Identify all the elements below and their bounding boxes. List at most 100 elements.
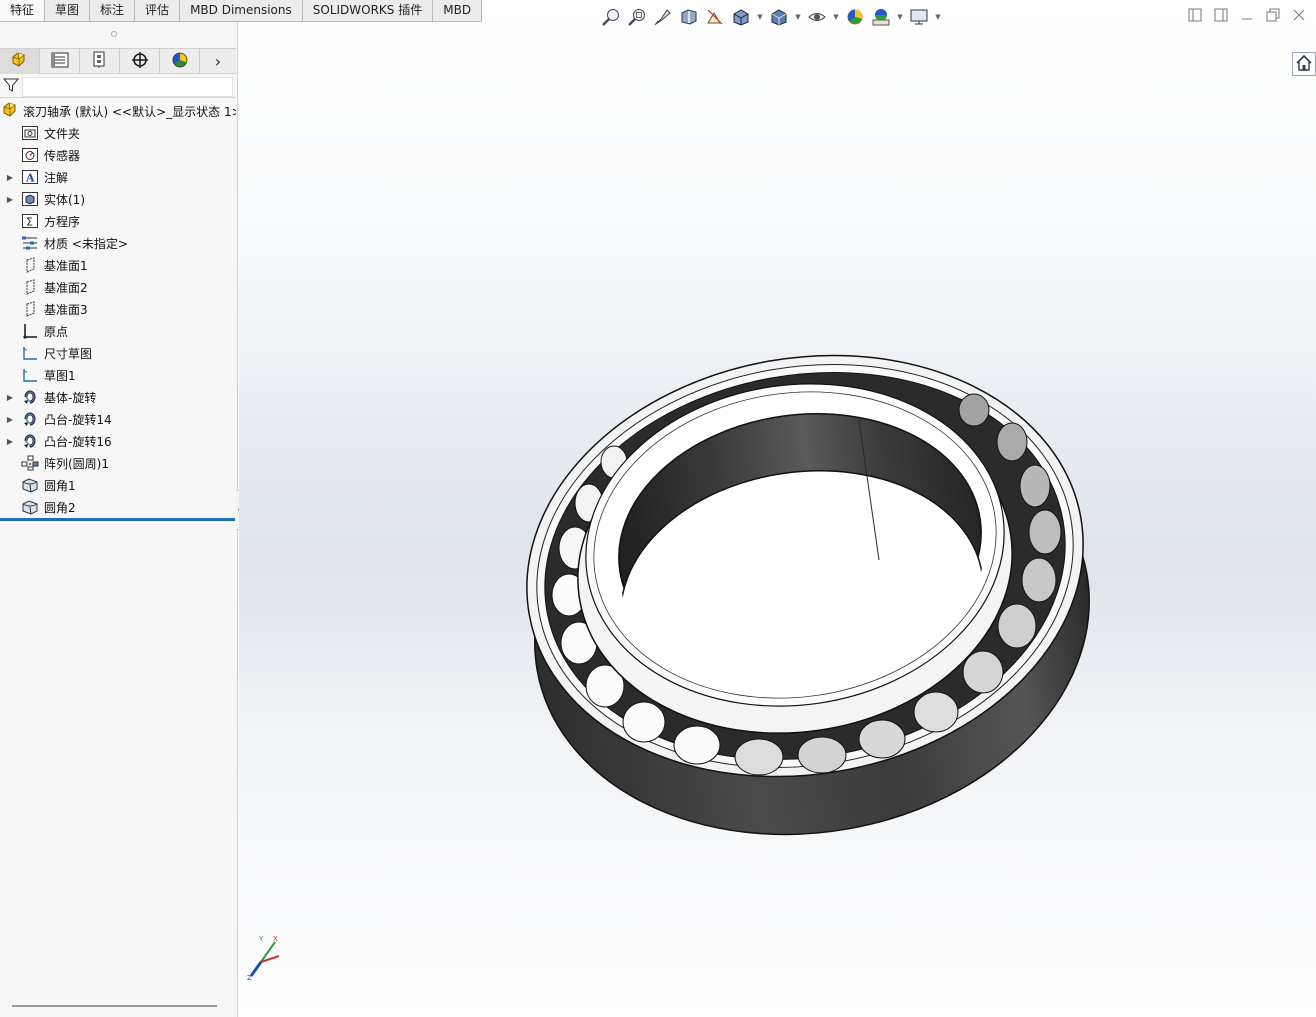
tree-node-boss-revolve14[interactable]: ▶ 凸台-旋转14 (0, 408, 236, 430)
feature-manager-tab[interactable] (0, 49, 40, 74)
tree-node-circular-pattern1[interactable]: 阵列(圆周)1 (0, 452, 236, 474)
expand-arrow-icon[interactable]: ▶ (0, 166, 20, 188)
expand-arrow-icon[interactable]: ▶ (0, 430, 20, 452)
circular-pattern-icon (20, 454, 40, 472)
tree-node-folder[interactable]: 文件夹 (0, 122, 236, 144)
tree-node-label: 实体(1) (44, 192, 85, 207)
tree-node-sketch1[interactable]: 草图1 (0, 364, 236, 386)
expand-placeholder (0, 276, 20, 298)
tab-markup[interactable]: 标注 (90, 0, 136, 22)
triad-y-label: Y (258, 935, 264, 943)
tree-node-fillet1[interactable]: 圆角1 (0, 474, 236, 496)
filter-icon[interactable] (2, 77, 20, 96)
horizontal-scrollbar[interactable] (12, 1005, 217, 1007)
triad-x-label: X (273, 935, 278, 943)
svg-text:A: A (25, 172, 35, 185)
feature-manager-icon (10, 51, 30, 72)
part-name: 滚刀轴承 (默认) <<默认>_显示状态 1> (23, 104, 236, 119)
expand-placeholder (0, 496, 20, 518)
tab-features[interactable]: 特征 (0, 0, 46, 22)
part-icon (2, 101, 20, 122)
manager-tabs-more-button[interactable]: › (200, 49, 236, 74)
expand-placeholder (0, 474, 20, 496)
expand-arrow-icon[interactable]: ▶ (0, 386, 20, 408)
property-manager-tab[interactable] (40, 49, 80, 74)
tree-node-label: 基体-旋转 (44, 390, 97, 405)
revolve-icon (20, 410, 40, 428)
origin-icon (20, 322, 40, 340)
display-manager-icon (170, 51, 190, 72)
svg-text:Σ: Σ (26, 216, 33, 229)
graphics-area[interactable]: ▼ ▼ ▼ ▼ ▼ Y X Z (239, 0, 1316, 1017)
tree-node-label: 圆角1 (44, 478, 76, 493)
dimxpert-manager-tab[interactable] (120, 49, 160, 74)
dimxpert-manager-icon (130, 51, 150, 72)
expand-placeholder (0, 232, 20, 254)
plane-icon (20, 278, 40, 296)
panel-collapse-handle[interactable] (111, 31, 117, 37)
solid-body-icon (20, 190, 40, 208)
tree-node-boss-revolve16[interactable]: ▶ 凸台-旋转16 (0, 430, 236, 452)
tree-node-label: 方程序 (44, 214, 81, 229)
display-manager-tab[interactable] (160, 49, 200, 74)
plane-icon (20, 256, 40, 274)
tab-solidworks-addins[interactable]: SOLIDWORKS 插件 (302, 0, 434, 22)
tree-node-label: 基准面2 (44, 280, 88, 295)
command-manager-tabs: 特征 草图 标注 评估 MBD Dimensions SOLIDWORKS 插件… (0, 0, 483, 22)
expand-placeholder (0, 210, 20, 232)
triad-z-label: Z (247, 974, 252, 982)
revolve-icon (20, 388, 40, 406)
tab-mbd-dimensions[interactable]: MBD Dimensions (180, 0, 303, 22)
tree-node-material[interactable]: 材质 <未指定> (0, 232, 236, 254)
fillet-icon (20, 476, 40, 494)
expand-placeholder (0, 122, 20, 144)
expand-placeholder (0, 452, 20, 474)
tree-node-solid-bodies[interactable]: ▶ 实体(1) (0, 188, 236, 210)
tree-node-base-revolve[interactable]: ▶ 基体-旋转 (0, 386, 236, 408)
tree-node-equations[interactable]: Σ 方程序 (0, 210, 236, 232)
expand-placeholder (0, 144, 20, 166)
bearing-model[interactable] (239, 0, 1316, 1017)
folder-icon (20, 124, 40, 142)
tree-node-label: 凸台-旋转16 (44, 434, 112, 449)
tree-filter-row (0, 76, 236, 98)
tree-node-plane2[interactable]: 基准面2 (0, 276, 236, 298)
tab-evaluate[interactable]: 评估 (135, 0, 181, 22)
tree-node-label: 基准面1 (44, 258, 88, 273)
tree-node-label: 尺寸草图 (44, 346, 93, 361)
expand-arrow-icon[interactable]: ▶ (0, 408, 20, 430)
sketch-icon (20, 366, 40, 384)
sensor-icon (20, 146, 40, 164)
property-manager-icon (50, 51, 70, 72)
tree-node-label: 凸台-旋转14 (44, 412, 112, 427)
coordinate-triad: Y X Z (247, 935, 280, 982)
expand-placeholder (0, 254, 20, 276)
expand-placeholder (0, 342, 20, 364)
equation-icon: Σ (20, 212, 40, 230)
tree-node-sensors[interactable]: 传感器 (0, 144, 236, 166)
rollback-bar[interactable] (0, 518, 235, 521)
tree-node-plane1[interactable]: 基准面1 (0, 254, 236, 276)
tree-filter-input[interactable] (22, 77, 233, 97)
tree-node-label: 原点 (44, 324, 69, 339)
tree-root-part[interactable]: 滚刀轴承 (默认) <<默认>_显示状态 1> (0, 100, 236, 122)
material-icon (20, 234, 40, 252)
tree-node-plane3[interactable]: 基准面3 (0, 298, 236, 320)
tree-node-dimension-sketch[interactable]: 尺寸草图 (0, 342, 236, 364)
fillet-icon (20, 498, 40, 516)
tab-sketch[interactable]: 草图 (45, 0, 91, 22)
tree-node-label: 基准面3 (44, 302, 88, 317)
configuration-manager-tab[interactable] (80, 49, 120, 74)
tree-node-label: 阵列(圆周)1 (44, 456, 109, 471)
plane-icon (20, 300, 40, 318)
configuration-manager-icon (90, 51, 110, 72)
tree-node-annotations[interactable]: ▶ A 注解 (0, 166, 236, 188)
tree-node-fillet2[interactable]: 圆角2 (0, 496, 236, 518)
tree-node-label: 草图1 (44, 368, 76, 383)
tree-node-origin[interactable]: 原点 (0, 320, 236, 342)
annotation-icon: A (20, 168, 40, 186)
feature-tree: 文件夹 传感器 ▶ A 注解 ▶ 实体(1) Σ 方程序 材质 <未指定> 基准… (0, 122, 236, 518)
tab-mbd[interactable]: MBD (433, 0, 483, 22)
expand-arrow-icon[interactable]: ▶ (0, 188, 20, 210)
expand-placeholder (0, 298, 20, 320)
